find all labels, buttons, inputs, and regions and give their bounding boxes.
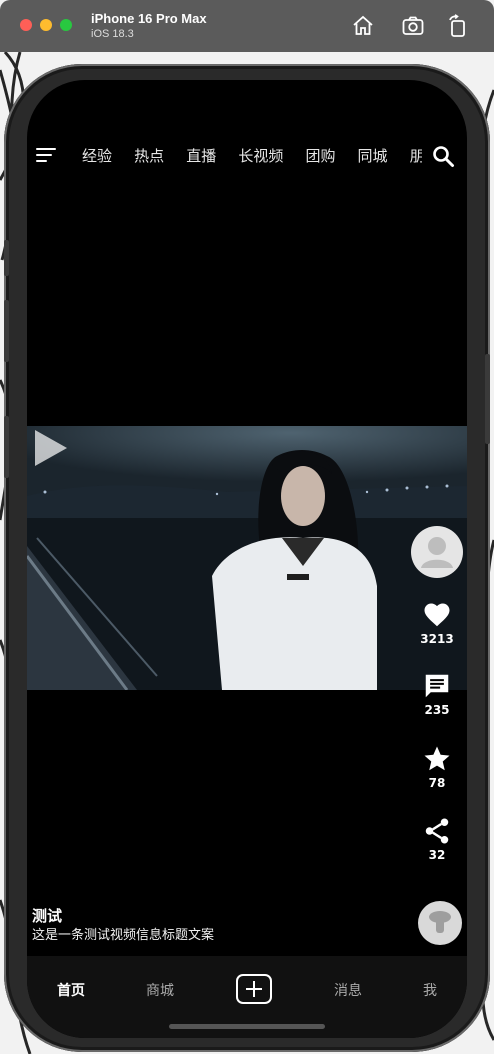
rotate-icon[interactable] bbox=[446, 14, 470, 38]
screenshot-icon[interactable] bbox=[401, 14, 425, 38]
simulator-titlebar: iPhone 16 Pro Max iOS 18.3 bbox=[0, 0, 494, 52]
author-name[interactable]: 测试 bbox=[32, 906, 392, 926]
comment-icon bbox=[425, 674, 449, 698]
favorite-count: 78 bbox=[428, 776, 446, 790]
menu-icon[interactable] bbox=[36, 148, 58, 164]
power-button bbox=[485, 354, 490, 444]
home-icon[interactable] bbox=[351, 14, 375, 38]
tabbar-messages[interactable]: 消息 bbox=[318, 980, 378, 1000]
search-icon[interactable] bbox=[431, 144, 455, 168]
tab-live[interactable]: 直播 bbox=[186, 144, 216, 168]
video-info: 测试 这是一条测试视频信息标题文案 bbox=[32, 906, 392, 946]
star-icon bbox=[424, 746, 450, 771]
video-frame bbox=[27, 426, 467, 690]
video-description: 这是一条测试视频信息标题文案 bbox=[32, 928, 215, 943]
create-post-button[interactable] bbox=[236, 974, 272, 1004]
share-count: 32 bbox=[428, 848, 446, 862]
tab-trending[interactable]: 热点 bbox=[134, 144, 164, 168]
tab-group-buy[interactable]: 团购 bbox=[305, 144, 335, 168]
like-count: 3213 bbox=[420, 632, 454, 646]
zoom-window-button[interactable] bbox=[60, 19, 72, 31]
volume-up-button bbox=[4, 300, 9, 362]
tabbar-me[interactable]: 我 bbox=[400, 980, 460, 1000]
comment-action[interactable]: 235 bbox=[409, 671, 465, 717]
music-disc-icon bbox=[429, 911, 451, 933]
favorite-action[interactable]: 78 bbox=[409, 744, 465, 790]
bottom-tab-bar: 首页 商城 消息 我 bbox=[27, 956, 467, 1038]
tab-friends[interactable]: 朋友 bbox=[410, 144, 422, 168]
window-subtitle: iOS 18.3 bbox=[91, 28, 134, 40]
action-button bbox=[4, 240, 9, 276]
feed-tabs: 经验 热点 直播 长视频 团购 同城 朋友 bbox=[82, 144, 422, 168]
minimize-window-button[interactable] bbox=[40, 19, 52, 31]
share-icon bbox=[425, 818, 449, 844]
app-screen: 经验 热点 直播 长视频 团购 同城 朋友 bbox=[27, 80, 467, 1038]
comment-count: 235 bbox=[424, 703, 450, 717]
tabbar-home[interactable]: 首页 bbox=[41, 980, 101, 1000]
play-icon[interactable] bbox=[27, 426, 71, 470]
window-title: iPhone 16 Pro Max bbox=[91, 11, 207, 26]
tab-local[interactable]: 同城 bbox=[358, 144, 388, 168]
tabbar-mall[interactable]: 商城 bbox=[130, 980, 190, 1000]
volume-down-button bbox=[4, 416, 9, 478]
video-player[interactable] bbox=[27, 426, 467, 690]
tab-long-video[interactable]: 长视频 bbox=[238, 144, 283, 168]
author-avatar[interactable] bbox=[411, 526, 463, 578]
top-nav: 经验 热点 直播 长视频 团购 同城 朋友 bbox=[27, 140, 467, 172]
music-disc[interactable] bbox=[418, 901, 462, 945]
heart-icon bbox=[424, 603, 450, 627]
like-action[interactable]: 3213 bbox=[409, 600, 465, 646]
tab-experience[interactable]: 经验 bbox=[82, 144, 112, 168]
person-icon bbox=[421, 537, 453, 568]
close-window-button[interactable] bbox=[20, 19, 32, 31]
share-action[interactable]: 32 bbox=[409, 816, 465, 862]
home-indicator[interactable] bbox=[169, 1024, 325, 1029]
